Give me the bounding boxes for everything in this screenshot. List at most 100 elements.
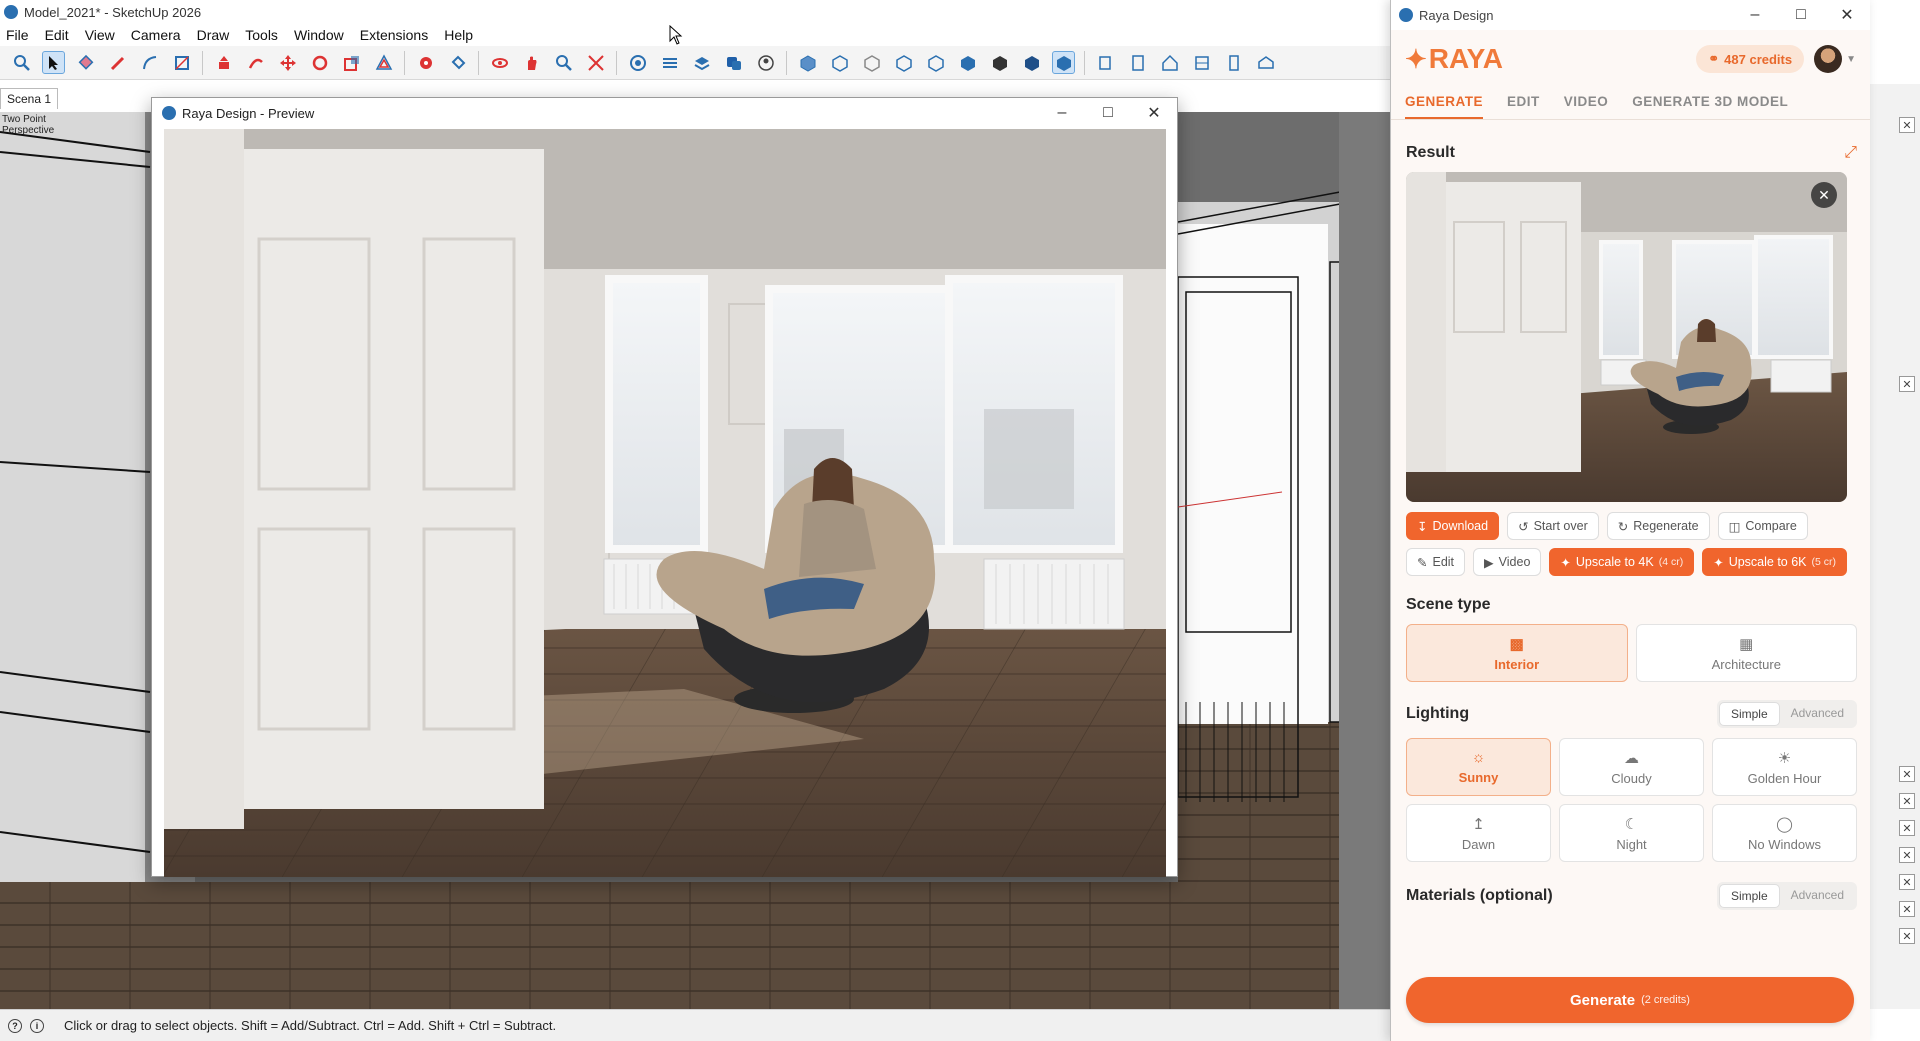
tab-video[interactable]: VIDEO — [1564, 88, 1609, 119]
geo-location-icon[interactable]: ? — [8, 1018, 22, 1033]
scene-option-architecture[interactable]: ▦ Architecture — [1635, 624, 1857, 682]
window-tool-icon[interactable] — [1190, 51, 1213, 74]
front-view-icon[interactable] — [860, 51, 883, 74]
menu-view[interactable]: View — [85, 27, 115, 43]
xray-style-icon[interactable] — [956, 51, 979, 74]
menu-draw[interactable]: Draw — [197, 27, 230, 43]
maximize-icon[interactable]: □ — [1778, 0, 1824, 30]
eraser-tool-icon[interactable] — [74, 51, 97, 74]
close-icon[interactable]: ✕ — [1824, 0, 1870, 30]
chevron-down-icon[interactable]: ▼ — [1846, 54, 1856, 65]
section-plane-icon[interactable] — [1094, 51, 1117, 74]
tab-generate[interactable]: GENERATE — [1405, 88, 1484, 119]
edit-button[interactable]: ✎ Edit — [1406, 548, 1466, 576]
pan-tool-icon[interactable] — [520, 51, 543, 74]
top-view-icon[interactable] — [828, 51, 851, 74]
rectangle-tool-icon[interactable] — [170, 51, 193, 74]
house-icon[interactable] — [1158, 51, 1181, 74]
offset-tool-icon[interactable] — [372, 51, 395, 74]
lighting-option-golden-hour[interactable]: ☀ Golden Hour — [1712, 738, 1857, 796]
menu-camera[interactable]: Camera — [131, 27, 181, 43]
shaded-style-icon[interactable] — [1020, 51, 1043, 74]
close-icon[interactable]: ✕ — [1131, 98, 1177, 128]
materials-mode-simple[interactable]: Simple — [1718, 884, 1780, 908]
minimize-icon[interactable]: – — [1732, 0, 1778, 30]
lighting-option-dawn[interactable]: ↥ Dawn — [1406, 804, 1551, 862]
start-over-button[interactable]: ↺ Start over — [1507, 512, 1599, 540]
info-icon[interactable]: i — [30, 1018, 44, 1033]
sun-icon: ☼ — [1471, 749, 1486, 766]
layers-icon[interactable] — [690, 51, 713, 74]
video-button[interactable]: ▶ Video — [1473, 548, 1542, 576]
orbit-tool-icon[interactable] — [488, 51, 511, 74]
tab-edit[interactable]: EDIT — [1507, 88, 1540, 119]
zoom-window-icon[interactable] — [584, 51, 607, 74]
lighting-mode-advanced[interactable]: Advanced — [1780, 702, 1855, 726]
result-close-icon[interactable]: ✕ — [1811, 182, 1837, 208]
scene-option-interior[interactable]: ▩ Interior — [1406, 624, 1628, 682]
tray-close-icon[interactable]: ✕ — [1899, 874, 1915, 890]
lighting-option-night[interactable]: ☾ Night — [1559, 804, 1704, 862]
tab-generate-3d-model[interactable]: GENERATE 3D MODEL — [1632, 88, 1788, 119]
account-icon[interactable] — [754, 51, 777, 74]
select-tool-icon[interactable] — [42, 51, 65, 74]
push-pull-tool-icon[interactable] — [212, 51, 235, 74]
roof-tool-icon[interactable] — [1254, 51, 1277, 74]
tray-close-icon[interactable]: ✕ — [1899, 901, 1915, 917]
right-view-icon[interactable] — [892, 51, 915, 74]
back-view-icon[interactable] — [924, 51, 947, 74]
tape-measure-icon[interactable] — [414, 51, 437, 74]
tray-close-icon[interactable]: ✕ — [1899, 766, 1915, 782]
expand-icon[interactable]: ⤢ — [1844, 144, 1857, 162]
lighting-option-sunny[interactable]: ☼ Sunny — [1406, 738, 1551, 796]
zoom-tool-icon[interactable] — [552, 51, 575, 74]
tray-close-icon[interactable]: ✕ — [1899, 928, 1915, 944]
tray-close-icon[interactable]: ✕ — [1899, 793, 1915, 809]
credits-badge[interactable]: ⚭ 487 credits — [1696, 45, 1805, 73]
warehouse-icon[interactable] — [626, 51, 649, 74]
menu-file[interactable]: File — [6, 27, 29, 43]
zoom-extents-icon[interactable] — [10, 51, 33, 74]
tray-close-icon[interactable]: ✕ — [1899, 847, 1915, 863]
tray-close-icon[interactable]: ✕ — [1899, 117, 1915, 133]
raya-scroll-content[interactable]: Result ⤢ ✕ ↧ Download ↺ Start over ↻ Reg… — [1391, 130, 1871, 960]
arc-tool-icon[interactable] — [138, 51, 161, 74]
follow-me-tool-icon[interactable] — [244, 51, 267, 74]
extension-warehouse-icon[interactable] — [658, 51, 681, 74]
maximize-icon[interactable]: □ — [1085, 98, 1131, 128]
preview-titlebar[interactable]: Raya Design - Preview – □ ✕ — [152, 98, 1177, 128]
trimble-connect-icon[interactable] — [722, 51, 745, 74]
upscale-6k-button[interactable]: ✦ Upscale to 6K (5 cr) — [1702, 548, 1848, 576]
scene-tab[interactable]: Scena 1 — [0, 88, 59, 109]
door-tool-icon[interactable] — [1222, 51, 1245, 74]
scale-tool-icon[interactable] — [340, 51, 363, 74]
tray-close-icon[interactable]: ✕ — [1899, 376, 1915, 392]
minimize-icon[interactable]: – — [1039, 98, 1085, 128]
menu-tools[interactable]: Tools — [245, 27, 278, 43]
lighting-option-cloudy[interactable]: ☁ Cloudy — [1559, 738, 1704, 796]
wall-tool-icon[interactable] — [1126, 51, 1149, 74]
lighting-option-no-windows[interactable]: ◯ No Windows — [1712, 804, 1857, 862]
tray-close-icon[interactable]: ✕ — [1899, 820, 1915, 836]
compare-button[interactable]: ◫ Compare — [1717, 512, 1808, 540]
generate-button[interactable]: Generate (2 credits) — [1406, 977, 1854, 1023]
menu-window[interactable]: Window — [294, 27, 344, 43]
menu-edit[interactable]: Edit — [45, 27, 69, 43]
regenerate-button[interactable]: ↻ Regenerate — [1606, 512, 1710, 540]
download-button[interactable]: ↧ Download — [1406, 512, 1500, 540]
materials-mode-advanced[interactable]: Advanced — [1780, 884, 1855, 908]
rotate-tool-icon[interactable] — [308, 51, 331, 74]
menu-help[interactable]: Help — [444, 27, 473, 43]
menu-extensions[interactable]: Extensions — [360, 27, 428, 43]
move-tool-icon[interactable] — [276, 51, 299, 74]
textured-style-icon[interactable] — [1052, 51, 1075, 74]
lighting-mode-simple[interactable]: Simple — [1718, 702, 1780, 726]
result-image[interactable]: ✕ — [1406, 172, 1847, 502]
hidden-line-style-icon[interactable] — [988, 51, 1011, 74]
iso-view-icon[interactable] — [796, 51, 819, 74]
pencil-tool-icon[interactable] — [106, 51, 129, 74]
paint-bucket-icon[interactable] — [446, 51, 469, 74]
raya-titlebar[interactable]: Raya Design – □ ✕ — [1391, 0, 1870, 30]
upscale-4k-button[interactable]: ✦ Upscale to 4K (4 cr) — [1549, 548, 1695, 576]
avatar[interactable] — [1814, 45, 1843, 73]
